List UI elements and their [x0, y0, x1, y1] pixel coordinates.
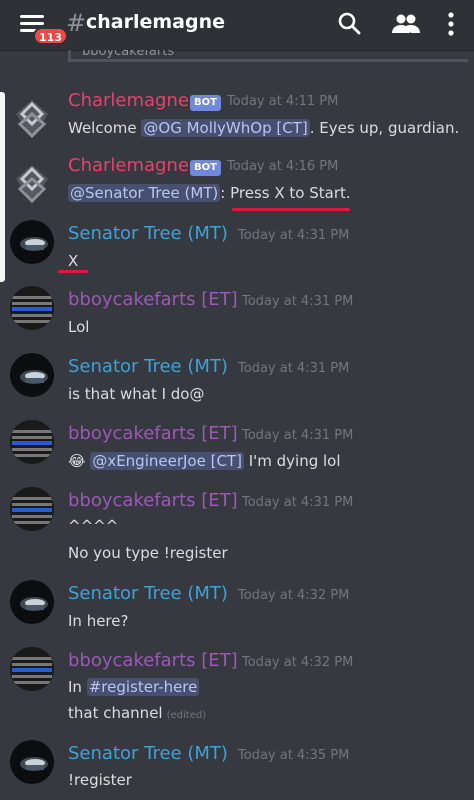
- channel-name: charlemagne: [86, 11, 226, 33]
- avatar-bboycakefarts[interactable]: [10, 286, 54, 330]
- avatar-bboycakefarts[interactable]: [10, 487, 54, 531]
- message-content: In here?: [68, 612, 129, 630]
- avatar-bboycakefarts[interactable]: [10, 647, 54, 691]
- charlemagne-logo-icon: [16, 100, 48, 139]
- avatar-bboycakefarts[interactable]: [10, 420, 54, 464]
- channel-hash-icon: #: [66, 9, 87, 37]
- message-content: 😂 @xEngineerJoe [CT] I'm dying lol: [68, 452, 341, 470]
- message-timestamp: Today at 4:11 PM: [227, 94, 339, 109]
- senator-avatar-icon: [20, 757, 48, 771]
- edited-label: (edited): [166, 710, 207, 721]
- channel-header: 113 # charlemagne: [0, 0, 474, 50]
- flag-avatar-icon: [10, 647, 54, 691]
- message-author[interactable]: Senator Tree (MT): [68, 743, 228, 764]
- flag-avatar-icon: [10, 487, 54, 531]
- message-author[interactable]: bboycakefarts [ET]: [68, 423, 238, 444]
- senator-avatar-icon: [20, 237, 48, 251]
- laughing-emoji: 😂: [68, 452, 86, 470]
- message-content: X: [68, 252, 79, 270]
- user-mention[interactable]: @xEngineerJoe [CT]: [90, 452, 244, 470]
- message-content: !register: [68, 771, 132, 789]
- message-timestamp: Today at 4:31 PM: [242, 495, 354, 510]
- message-timestamp: Today at 4:31 PM: [238, 361, 350, 376]
- message-content: No you type !register: [68, 544, 228, 562]
- members-icon[interactable]: [392, 12, 420, 36]
- flag-avatar-icon: [10, 420, 54, 464]
- charlemagne-logo-icon: [16, 165, 48, 204]
- avatar-senator-tree[interactable]: [10, 220, 54, 264]
- message-author[interactable]: bboycakefarts [ET]: [68, 289, 238, 310]
- previous-message-snippet: bboycakefarts: [68, 50, 474, 68]
- message-timestamp: Today at 4:32 PM: [242, 655, 354, 670]
- user-mention[interactable]: @Senator Tree (MT): [68, 184, 221, 202]
- mention-count-badge: 113: [33, 27, 68, 45]
- message-content: that channel (edited): [68, 704, 207, 722]
- avatar-senator-tree[interactable]: [10, 353, 54, 397]
- scroll-indicator[interactable]: [0, 92, 5, 282]
- avatar-senator-tree[interactable]: [10, 740, 54, 784]
- senator-avatar-icon: [20, 597, 48, 611]
- senator-avatar-icon: [20, 370, 48, 384]
- message-timestamp: Today at 4:35 PM: [238, 748, 350, 763]
- message-content: is that what I do@: [68, 385, 205, 403]
- message-content: In #register-here: [68, 678, 200, 696]
- avatar-charlemagne[interactable]: [10, 96, 54, 140]
- message-timestamp: Today at 4:31 PM: [238, 228, 350, 243]
- avatar-senator-tree[interactable]: [10, 580, 54, 624]
- message-author[interactable]: Charlemagne: [68, 90, 189, 111]
- bot-tag: BOT: [190, 95, 221, 111]
- channel-mention[interactable]: #register-here: [86, 678, 200, 696]
- message-author[interactable]: Charlemagne: [68, 155, 189, 176]
- search-icon[interactable]: [337, 11, 361, 35]
- message-content: ^^^^: [68, 517, 119, 535]
- message-content: Lol: [68, 318, 90, 336]
- avatar-charlemagne[interactable]: [10, 161, 54, 205]
- user-mention[interactable]: @OG MollyWhOp [CT]: [141, 119, 310, 137]
- message-author[interactable]: Senator Tree (MT): [68, 583, 228, 604]
- flag-avatar-icon: [10, 286, 54, 330]
- message-timestamp: Today at 4:16 PM: [227, 159, 339, 174]
- message-content: @Senator Tree (MT): Press X to Start.: [68, 184, 351, 202]
- annotation-underline: [58, 270, 88, 273]
- more-icon[interactable]: [447, 11, 455, 37]
- message-content: Welcome @OG MollyWhOp [CT]. Eyes up, gua…: [68, 119, 460, 137]
- bot-tag: BOT: [190, 160, 221, 176]
- message-author[interactable]: Senator Tree (MT): [68, 356, 228, 377]
- message-author[interactable]: Senator Tree (MT): [68, 223, 228, 244]
- message-author[interactable]: bboycakefarts [ET]: [68, 650, 238, 671]
- annotation-underline: [232, 208, 350, 211]
- message-timestamp: Today at 4:31 PM: [242, 428, 354, 443]
- message-timestamp: Today at 4:32 PM: [238, 588, 350, 603]
- message-author[interactable]: bboycakefarts [ET]: [68, 490, 238, 511]
- message-timestamp: Today at 4:31 PM: [242, 294, 354, 309]
